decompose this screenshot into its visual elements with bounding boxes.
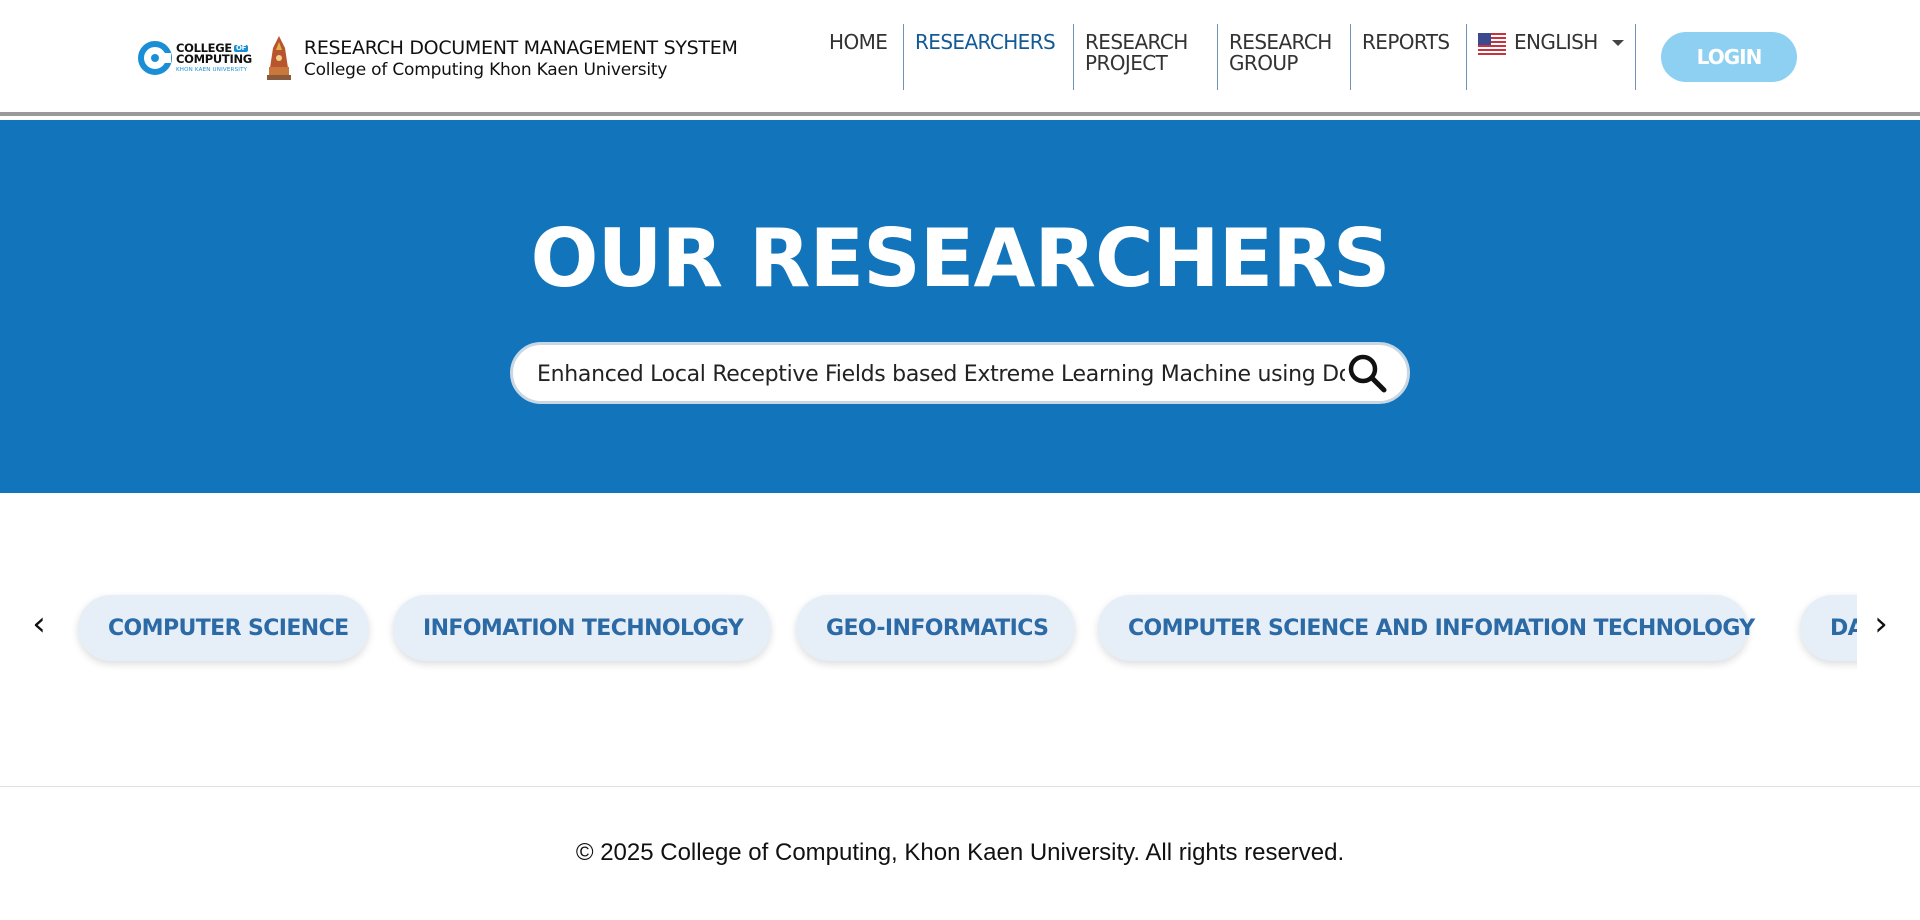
nav-researchers[interactable]: RESEARCHERS (904, 24, 1056, 90)
category-pill[interactable]: COMPUTER SCIENCE AND INFOMATION TECHNOLO… (1098, 595, 1755, 661)
college-of-computing-logo: COLLEGE OF COMPUTING KHON KAEN UNIVERSITY (138, 32, 252, 84)
cc-logo-icon (138, 41, 172, 75)
chevron-right-icon[interactable]: › (1866, 602, 1896, 646)
nav-research-project[interactable]: RESEARCH PROJECT (1074, 24, 1188, 90)
university-seal-icon (266, 36, 291, 80)
nav-divider (1635, 24, 1636, 90)
us-flag-icon (1478, 33, 1506, 55)
language-label: ENGLISH (1514, 30, 1598, 54)
site-title: RESEARCH DOCUMENT MANAGEMENT SYSTEM (303, 37, 738, 59)
category-carousel: ‹ COMPUTER SCIENCE INFOMATION TECHNOLOGY… (0, 590, 1920, 670)
logo-line3: KHON KAEN UNIVERSITY (176, 66, 248, 73)
logo-badge: OF (233, 44, 249, 52)
category-track: COMPUTER SCIENCE INFOMATION TECHNOLOGY G… (72, 590, 1857, 670)
category-pill[interactable]: COMPUTER SCIENCE (78, 595, 369, 661)
chevron-down-icon (1611, 40, 1624, 46)
site-header: COLLEGE OF COMPUTING KHON KAEN UNIVERSITY… (0, 0, 1920, 116)
category-pill[interactable]: GEO-INFORMATICS (796, 595, 1075, 661)
logo-line2: COMPUTING (176, 52, 252, 67)
brand[interactable]: COLLEGE OF COMPUTING KHON KAEN UNIVERSITY… (138, 32, 738, 84)
chevron-left-icon[interactable]: ‹ (24, 602, 54, 646)
nav-research-group-line1: RESEARCH (1229, 30, 1332, 54)
search-bar (510, 342, 1410, 404)
nav-research-project-line1: RESEARCH (1085, 30, 1188, 54)
footer-divider (0, 786, 1920, 787)
hero-banner: OUR RESEARCHERS (0, 120, 1920, 493)
nav-research-group[interactable]: RESEARCH GROUP (1218, 24, 1332, 90)
site-subtitle: College of Computing Khon Kaen Universit… (303, 60, 668, 80)
nav-research-project-line2: PROJECT (1085, 51, 1168, 75)
category-pill[interactable]: DA (1800, 595, 1857, 661)
search-icon[interactable] (1345, 351, 1389, 395)
search-input[interactable] (537, 355, 1345, 393)
page-title: OUR RESEARCHERS (530, 212, 1391, 305)
nav-reports[interactable]: REPORTS (1351, 24, 1450, 90)
footer-copyright: © 2025 College of Computing, Khon Kaen U… (575, 839, 1345, 866)
category-pill[interactable]: INFOMATION TECHNOLOGY (393, 595, 771, 661)
language-selector[interactable]: ENGLISH (1467, 24, 1624, 90)
nav-research-group-line2: GROUP (1229, 51, 1298, 75)
nav-home[interactable]: HOME (818, 24, 888, 90)
login-button[interactable]: LOGIN (1661, 32, 1797, 82)
